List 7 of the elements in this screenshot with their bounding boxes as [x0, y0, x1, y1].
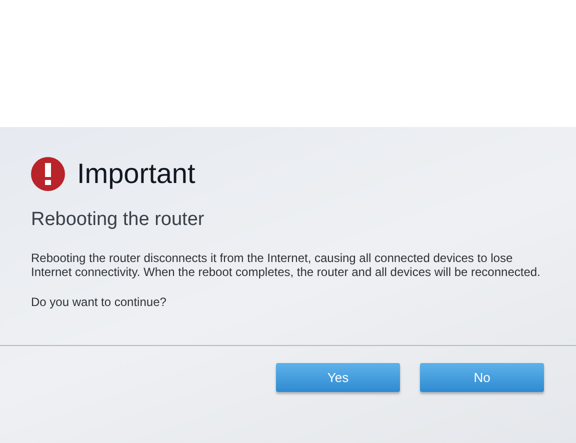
warning-icon — [31, 157, 65, 191]
dialog-message: Rebooting the router disconnects it from the Internet, causing all connected devices to lose Internet connectivity. When the reboot completes, the router and all devices will be reconnected. — [31, 251, 542, 279]
cancel-button[interactable]: No — [420, 363, 544, 392]
confirm-button[interactable]: Yes — [276, 363, 400, 392]
confirm-question: Do you want to continue? — [31, 295, 168, 309]
dialog-subtitle: Rebooting the router — [31, 209, 206, 231]
dialog-title: Important — [77, 158, 196, 190]
